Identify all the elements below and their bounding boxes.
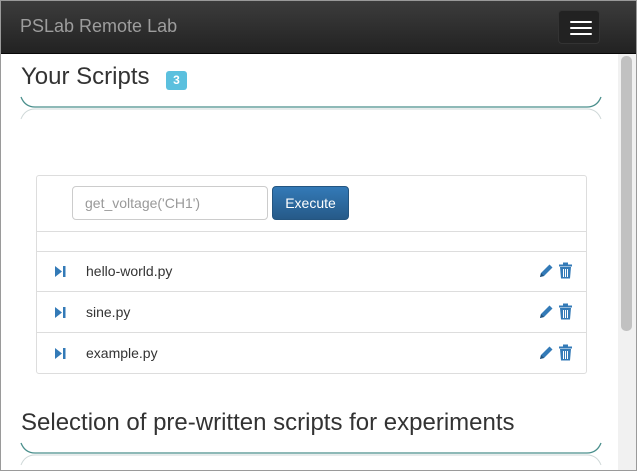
script-name[interactable]: hello-world.py	[86, 263, 172, 279]
navbar: PSLab Remote Lab	[1, 1, 636, 54]
trash-icon[interactable]	[558, 344, 573, 361]
pencil-icon[interactable]	[539, 263, 554, 278]
section-divider	[20, 442, 602, 466]
panel-spacer	[37, 232, 586, 252]
page-title: Your Scripts	[21, 63, 150, 90]
command-input[interactable]	[72, 186, 268, 220]
script-row: example.py	[37, 334, 586, 374]
hamburger-menu-icon	[570, 21, 592, 23]
main-content: Your Scripts 3 Execute hello-world.py	[1, 54, 618, 470]
command-bar: Execute	[37, 176, 586, 232]
scripts-panel: Execute hello-world.py	[36, 175, 587, 374]
script-name[interactable]: sine.py	[86, 304, 130, 320]
play-step-icon[interactable]	[54, 347, 66, 360]
execute-button[interactable]: Execute	[272, 186, 349, 220]
trash-icon[interactable]	[558, 303, 573, 320]
pencil-icon[interactable]	[539, 345, 554, 360]
script-name[interactable]: example.py	[86, 345, 158, 361]
vertical-scrollbar[interactable]	[618, 54, 636, 470]
prewritten-section-title: Selection of pre-written scripts for exp…	[21, 409, 515, 436]
pencil-icon[interactable]	[539, 304, 554, 319]
trash-icon[interactable]	[558, 262, 573, 279]
section-divider	[20, 96, 602, 120]
script-count-badge: 3	[166, 71, 187, 90]
play-step-icon[interactable]	[54, 306, 66, 319]
play-step-icon[interactable]	[54, 265, 66, 278]
scrollbar-thumb[interactable]	[621, 56, 632, 331]
browser-viewport: PSLab Remote Lab Your Scripts 3 Execute	[0, 0, 637, 471]
navbar-toggle-button[interactable]	[558, 10, 600, 44]
brand-link[interactable]: PSLab Remote Lab	[20, 16, 177, 37]
script-row: sine.py	[37, 293, 586, 333]
script-row: hello-world.py	[37, 252, 586, 292]
